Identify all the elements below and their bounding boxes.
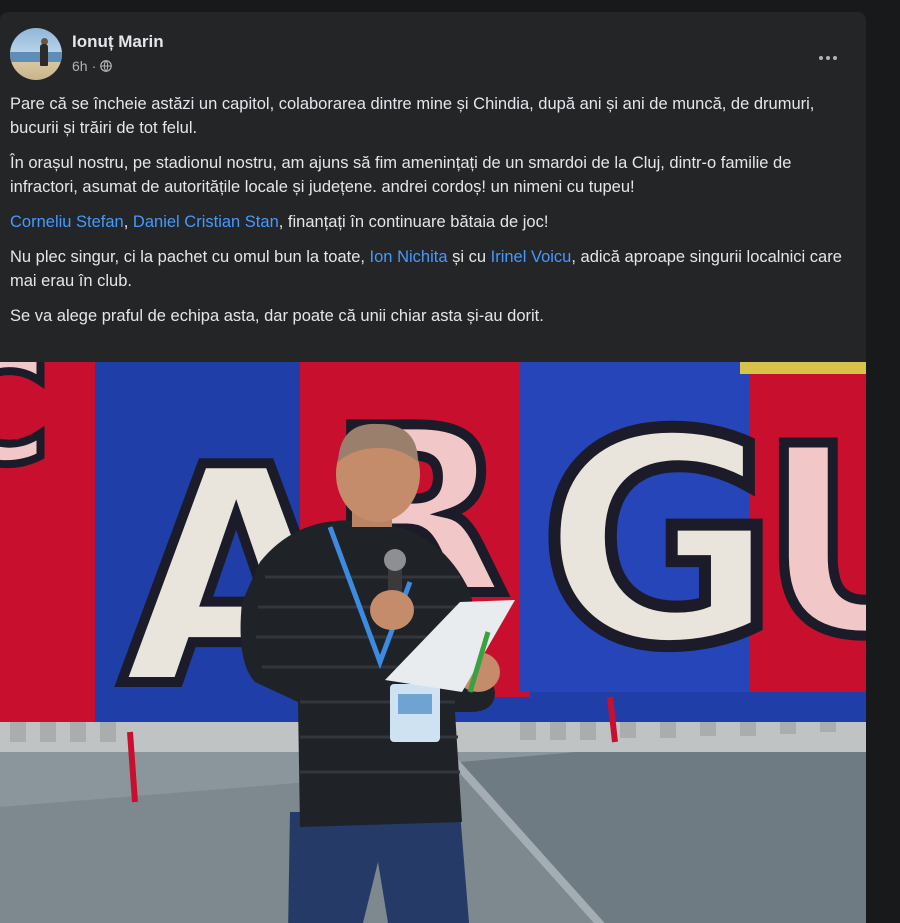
photo-illustration: A R G U C xyxy=(0,362,866,923)
avatar-sea xyxy=(10,52,62,62)
banner-letter: U xyxy=(760,392,866,694)
post-photo[interactable]: A R G U C xyxy=(0,362,866,923)
more-dots-icon xyxy=(826,56,830,60)
paragraph-text: și cu xyxy=(447,248,491,266)
post-paragraph-4: Nu plec singur, ci la pachet cu omul bun… xyxy=(10,245,850,293)
mention-link[interactable]: Irinel Voicu xyxy=(491,248,572,266)
mention-separator: , xyxy=(123,213,133,231)
post-time[interactable]: 6h xyxy=(72,58,88,74)
paragraph-text: , finanțați în continuare bătaia de joc! xyxy=(278,213,549,231)
banner-letter: G xyxy=(540,374,778,711)
globe-icon[interactable] xyxy=(100,60,113,72)
post-paragraph-2: În orașul nostru, pe stadionul nostru, a… xyxy=(10,154,792,196)
svg-text:C: C xyxy=(0,362,50,498)
author-name[interactable]: Ionuț Marin xyxy=(72,32,164,52)
more-dots-icon xyxy=(819,56,823,60)
avatar-person xyxy=(40,44,48,66)
paragraph-text: Nu plec singur, ci la pachet cu omul bun… xyxy=(10,248,370,266)
post-paragraph-1: Pare că se încheie astăzi un capitol, co… xyxy=(10,95,815,137)
mention-link[interactable]: Ion Nichita xyxy=(370,248,448,266)
mention-link[interactable]: Daniel Cristian Stan xyxy=(133,213,279,231)
more-options-button[interactable] xyxy=(810,40,846,76)
top-bar xyxy=(0,0,900,10)
post-text: Pare că se încheie astăzi un capitol, co… xyxy=(10,92,850,339)
post-paragraph-5: Se va alege praful de echipa asta, dar p… xyxy=(10,307,544,325)
avatar[interactable] xyxy=(10,28,62,80)
post-header: Ionuț Marin 6h · xyxy=(10,28,856,82)
meta-separator: · xyxy=(91,58,97,74)
post-meta: 6h · xyxy=(72,58,113,74)
post-paragraph-3: Corneliu Stefan, Daniel Cristian Stan, f… xyxy=(10,210,850,234)
post-card: Ionuț Marin 6h · Pare că se încheie astă… xyxy=(0,12,866,923)
mention-link[interactable]: Corneliu Stefan xyxy=(10,213,124,231)
more-dots-icon xyxy=(833,56,837,60)
